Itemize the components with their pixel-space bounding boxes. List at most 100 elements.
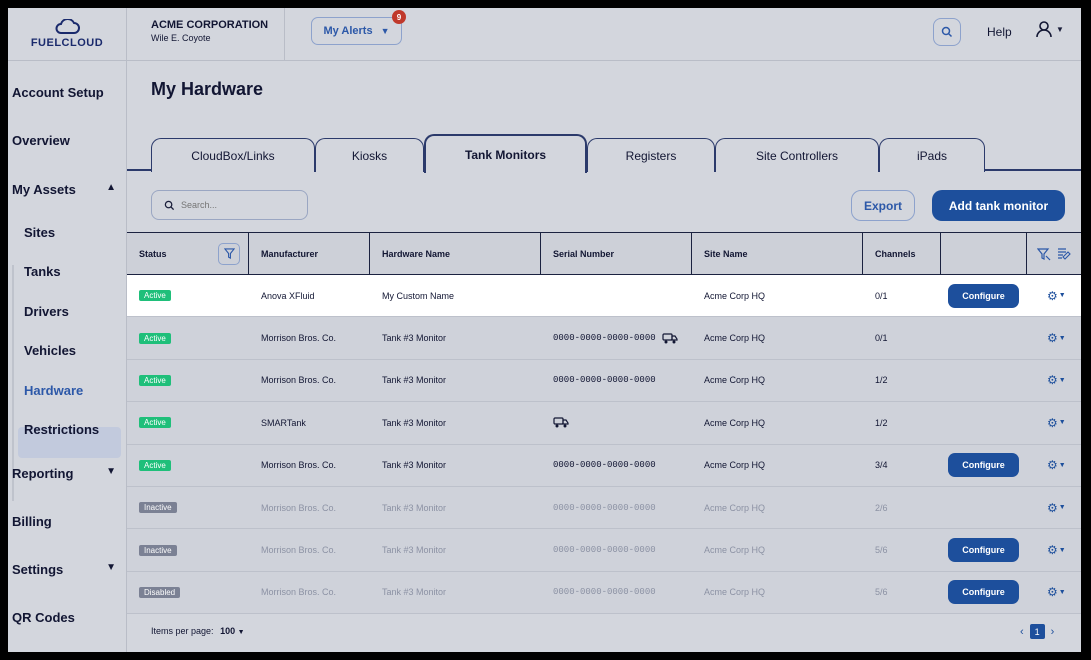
status-badge: Active bbox=[139, 374, 171, 386]
user-menu[interactable]: ▼ bbox=[1035, 20, 1064, 38]
column-serial-number: Serial Number bbox=[541, 233, 692, 274]
tab-kiosks[interactable]: Kiosks bbox=[315, 138, 424, 172]
table-row[interactable]: Active Anova XFluid My Custom Name Acme … bbox=[127, 275, 1081, 318]
help-link[interactable]: Help bbox=[987, 25, 1012, 39]
gear-icon: ⚙ bbox=[1047, 458, 1058, 473]
logo[interactable]: FUELCLOUD bbox=[8, 8, 126, 61]
chevron-down-icon: ▼ bbox=[237, 629, 245, 636]
row-settings-menu[interactable]: ⚙ ▼ bbox=[1047, 543, 1066, 557]
sidebar-subitem-hardware[interactable]: Hardware bbox=[24, 383, 83, 398]
row-settings-menu[interactable]: ⚙ ▼ bbox=[1047, 585, 1066, 599]
gear-icon: ⚙ bbox=[1047, 415, 1058, 430]
channels-cell: 2/6 bbox=[875, 502, 888, 513]
channels-cell: 0/1 bbox=[875, 333, 888, 344]
sidebar-item-settings[interactable]: Settings ▼ bbox=[12, 562, 116, 577]
cloud-icon bbox=[55, 19, 80, 34]
channels-cell: 1/2 bbox=[875, 417, 888, 428]
user-icon bbox=[1036, 21, 1052, 38]
site-cell: Acme Corp HQ bbox=[704, 460, 766, 471]
table-row[interactable]: Active SMARTank Tank #3 Monitor Acme Cor… bbox=[127, 402, 1081, 445]
hardware-name-cell: Tank #3 Monitor bbox=[382, 417, 447, 428]
pagination: ‹ 1 › bbox=[1020, 624, 1054, 639]
gear-icon: ⚙ bbox=[1047, 331, 1058, 346]
sidebar-subitem-tanks[interactable]: Tanks bbox=[24, 264, 61, 279]
row-settings-menu[interactable]: ⚙ ▼ bbox=[1047, 331, 1066, 345]
sidebar-subitem-restrictions[interactable]: Restrictions bbox=[24, 422, 99, 437]
sidebar-item-qr-codes[interactable]: QR Codes bbox=[12, 610, 116, 625]
table-row[interactable]: Inactive Morrison Bros. Co. Tank #3 Moni… bbox=[127, 486, 1081, 530]
row-settings-menu[interactable]: ⚙ ▼ bbox=[1047, 289, 1066, 303]
table-row[interactable]: Active Morrison Bros. Co. Tank #3 Monito… bbox=[127, 317, 1081, 360]
search-icon bbox=[164, 200, 175, 210]
sidebar-subitem-sites[interactable]: Sites bbox=[24, 225, 55, 240]
site-cell: Acme Corp HQ bbox=[704, 375, 766, 386]
column-hardware-name: Hardware Name bbox=[370, 233, 541, 274]
status-badge: Inactive bbox=[139, 502, 177, 514]
channels-cell: 5/6 bbox=[875, 545, 888, 556]
site-cell: Acme Corp HQ bbox=[704, 290, 766, 301]
prev-page-icon[interactable]: ‹ bbox=[1020, 626, 1024, 638]
items-per-page-select[interactable]: 100 ▼ bbox=[220, 626, 244, 636]
configure-button[interactable]: Configure bbox=[948, 538, 1019, 563]
gear-icon: ⚙ bbox=[1047, 543, 1058, 558]
table-footer: Items per page: 100 ▼ ‹ 1 › bbox=[127, 613, 1081, 652]
chevron-down-icon: ▼ bbox=[106, 466, 116, 477]
sidebar-subitem-vehicles[interactable]: Vehicles bbox=[24, 343, 76, 358]
configure-button[interactable]: Configure bbox=[948, 283, 1019, 308]
hardware-tabs: CloudBox/Links Kiosks Tank Monitors Regi… bbox=[127, 134, 1081, 173]
serial-cell: 0000-0000-0000-0000 bbox=[553, 333, 656, 344]
hardware-name-cell: Tank #3 Monitor bbox=[382, 587, 447, 598]
export-button[interactable]: Export bbox=[851, 190, 915, 221]
configure-button[interactable]: Configure bbox=[948, 580, 1019, 605]
sidebar-item-my-assets[interactable]: My Assets ▲ bbox=[12, 182, 116, 197]
chevron-up-icon: ▲ bbox=[106, 182, 116, 193]
user-name: Wile E. Coyote bbox=[151, 33, 211, 43]
sidebar-item-reporting[interactable]: Reporting ▼ bbox=[12, 466, 116, 481]
column-status: Status bbox=[127, 233, 249, 274]
filter-button[interactable] bbox=[218, 242, 240, 265]
items-per-page: Items per page: 100 ▼ bbox=[151, 626, 245, 636]
search-input[interactable] bbox=[181, 200, 291, 210]
edit-columns-icon[interactable] bbox=[1057, 247, 1071, 261]
table-row[interactable]: Active Morrison Bros. Co. Tank #3 Monito… bbox=[127, 359, 1081, 403]
sidebar-subitem-drivers[interactable]: Drivers bbox=[24, 304, 69, 319]
column-manufacturer: Manufacturer bbox=[249, 233, 370, 274]
channels-cell: 1/2 bbox=[875, 375, 888, 386]
global-search-button[interactable] bbox=[933, 18, 961, 46]
search-icon bbox=[941, 26, 953, 38]
serial-cell: 0000-0000-0000-0000 bbox=[553, 375, 656, 386]
tab-cloudbox-links[interactable]: CloudBox/Links bbox=[151, 138, 315, 172]
table-row[interactable]: Inactive Morrison Bros. Co. Tank #3 Moni… bbox=[127, 529, 1081, 572]
row-settings-menu[interactable]: ⚙ ▼ bbox=[1047, 416, 1066, 430]
my-alerts-button[interactable]: My Alerts ▼ bbox=[311, 17, 402, 45]
chevron-down-icon: ▼ bbox=[1056, 24, 1064, 34]
chevron-down-icon: ▼ bbox=[1058, 419, 1066, 427]
manufacturer-cell: Morrison Bros. Co. bbox=[261, 333, 337, 344]
clear-filter-icon[interactable] bbox=[1037, 247, 1051, 261]
status-badge: Active bbox=[139, 417, 171, 429]
manufacturer-cell: SMARTank bbox=[261, 417, 306, 428]
column-actions bbox=[941, 233, 1027, 274]
row-settings-menu[interactable]: ⚙ ▼ bbox=[1047, 458, 1066, 472]
tab-ipads[interactable]: iPads bbox=[879, 138, 985, 172]
status-badge: Active bbox=[139, 459, 171, 471]
sidebar-item-account-setup[interactable]: Account Setup bbox=[12, 85, 116, 100]
next-page-icon[interactable]: › bbox=[1051, 626, 1055, 638]
sidebar-item-billing[interactable]: Billing bbox=[12, 514, 116, 529]
search-field[interactable] bbox=[151, 190, 308, 220]
tab-site-controllers[interactable]: Site Controllers bbox=[715, 138, 879, 172]
row-settings-menu[interactable]: ⚙ ▼ bbox=[1047, 501, 1066, 515]
sidebar-item-overview[interactable]: Overview bbox=[12, 133, 116, 148]
site-cell: Acme Corp HQ bbox=[704, 417, 766, 428]
table-row[interactable]: Disabled Morrison Bros. Co. Tank #3 Moni… bbox=[127, 571, 1081, 615]
page-number[interactable]: 1 bbox=[1029, 624, 1045, 639]
site-cell: Acme Corp HQ bbox=[704, 545, 766, 556]
filter-icon bbox=[223, 248, 235, 259]
hardware-name-cell: Tank #3 Monitor bbox=[382, 502, 447, 513]
configure-button[interactable]: Configure bbox=[948, 453, 1019, 478]
row-settings-menu[interactable]: ⚙ ▼ bbox=[1047, 373, 1066, 387]
tab-tank-monitors[interactable]: Tank Monitors bbox=[424, 134, 587, 173]
tab-registers[interactable]: Registers bbox=[587, 138, 715, 172]
table-row[interactable]: Active Morrison Bros. Co. Tank #3 Monito… bbox=[127, 444, 1081, 487]
add-tank-monitor-button[interactable]: Add tank monitor bbox=[932, 190, 1065, 221]
